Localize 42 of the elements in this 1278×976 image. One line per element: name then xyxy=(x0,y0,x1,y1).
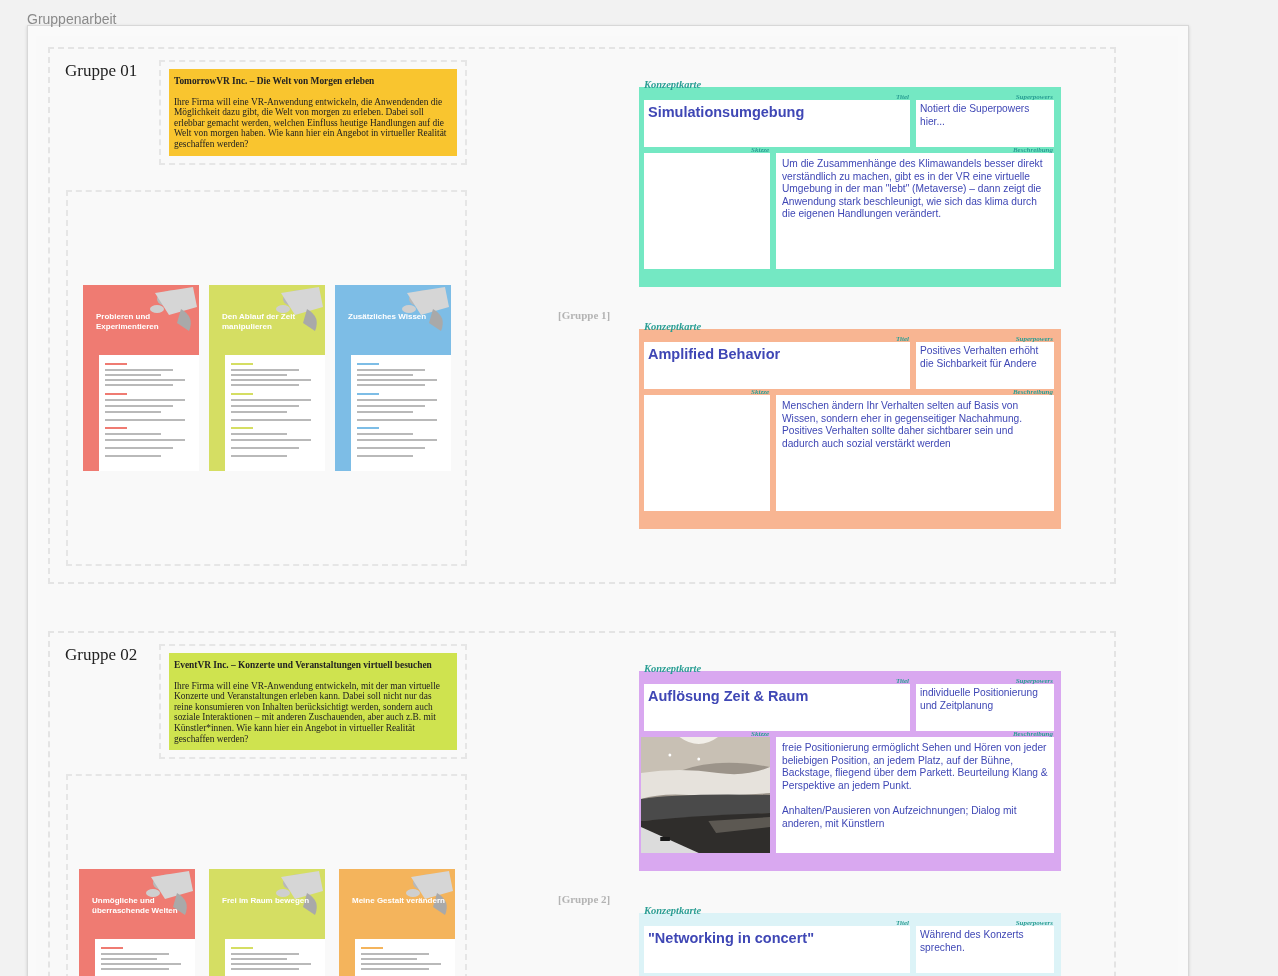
method-card-title: Probieren und Experimentieren xyxy=(96,312,160,331)
concept-card-heading: Konzeptkarte xyxy=(644,905,702,917)
concept-title: Amplified Behavior xyxy=(648,345,782,363)
board-title: Gruppenarbeit xyxy=(27,11,118,29)
description-field[interactable] xyxy=(776,737,1054,853)
title-field[interactable]: Simulationsumgebung xyxy=(644,100,910,147)
superpowers-field[interactable]: Während des Konzerts sprechen. xyxy=(916,926,1054,973)
method-card-title: Frei im Raum bewegen xyxy=(222,896,311,906)
task-text: Ihre Firma will eine VR-Anwendung entwickeln, mit der man virtuelle Konzerte und Veranstaltungen erleben kann. Dabei soll nicht nur das reine konsumieren von Inhalten berücksichtigt werden, sondern auch soziale Interaktionen – mit anderen Zuschauenden, aber auch z.B. mit Künstler*innen. Wie kann hier ein Angebot in virtueller Realität geschaffen werden? xyxy=(174,680,441,745)
concept-card-heading: Konzeptkarte xyxy=(644,663,702,675)
group-label: Gruppe 02 xyxy=(65,645,138,665)
superpowers-text: Notiert die Superpowers hier... xyxy=(920,103,1031,129)
method-card-title: Meine Gestalt verändern xyxy=(352,896,446,906)
group-tag: [Gruppe 2] xyxy=(558,893,611,905)
task-title: TomorrowVR Inc. – Die Welt von Morgen erleben xyxy=(174,76,376,87)
group-tag: [Gruppe 1] xyxy=(558,309,611,321)
method-card-title: Den Ablauf der Zeit manipulieren xyxy=(222,312,297,331)
title-field[interactable]: Auflösung Zeit & Raum xyxy=(644,684,910,731)
sketch-field[interactable] xyxy=(644,395,770,511)
concept-title: "Networking in concert" xyxy=(648,929,816,947)
sketch-field[interactable] xyxy=(644,153,770,269)
superpowers-text: Positives Verhalten erhöht die Sichbarkeit für Andere xyxy=(920,345,1040,371)
title-field[interactable]: Amplified Behavior xyxy=(644,342,910,389)
concept-title: Simulationsumgebung xyxy=(648,103,806,121)
superpowers-text: individuelle Positionierung und Zeitplanung xyxy=(920,687,1039,713)
description-text: Um die Zusammenhänge des Klimawandels besser direkt verständlich zu machen, gibt es in der VR eine virtuelle Umgebung in der man "lebt" (Metaverse) – dann zeigt die Anwendung stark beschleunigt, wie sich das klima durch die eigenen Handlungen verändert. xyxy=(782,158,1044,221)
method-card-title: Zusätzliches Wissen xyxy=(348,312,428,322)
description-field[interactable] xyxy=(776,153,1054,269)
concept-card-heading: Konzeptkarte xyxy=(644,321,702,333)
group-label: Gruppe 01 xyxy=(65,61,138,81)
superpowers-field[interactable]: Positives Verhalten erhöht die Sichbarkeit für Andere xyxy=(916,342,1054,389)
concept-title: Auflösung Zeit & Raum xyxy=(648,687,810,705)
superpowers-text: Während des Konzerts sprechen. xyxy=(920,929,1025,955)
task-text: Ihre Firma will eine VR-Anwendung entwickeln, die Anwendenden die Möglichkeit dazu gibt, die Welt von morgen zu erleben. Dabei soll erlebbar gemacht werden, welchen Einfluss heutige Handlungen auf die Welt von morgen haben. Wie kann hier ein Angebot in virtueller Realität geschaffen werden? xyxy=(174,96,448,150)
description-text: freie Positionierung ermöglicht Sehen und Hören von jeder beliebigen Position, an jedem Platz, auf der Bühne, Backstage, fliegend über dem Parkett. Beurteilung Klang & Perspektive an jedem Punkt. Anhalten/Pausieren von Aufzeichnungen; Dialog mit anderen, mit Künstlern xyxy=(782,742,1048,831)
superpowers-field[interactable]: Notiert die Superpowers hier... xyxy=(916,100,1054,147)
method-card-title: Unmögliche und überraschende Welten xyxy=(92,896,179,915)
description-text: Menschen ändern Ihr Verhalten selten auf Basis von Wissen, sondern eher in gegenseitiger Nachahmung. Positives Verhalten sollte daher sichtbarer sein und dadurch auch sozial verstärkt werden xyxy=(782,400,1024,451)
description-field[interactable]: Menschen ändern Ihr Verhalten selten auf Basis von Wissen, sondern eher in gegenseitiger Nachahmung. Positives Verhalten sollte daher sichtbarer sein und dadurch auch sozial verstärkt werden xyxy=(776,395,1054,511)
title-field[interactable]: "Networking in concert" xyxy=(644,926,910,973)
superpowers-field[interactable]: individuelle Positionierung und Zeitplanung xyxy=(916,684,1054,731)
task-title: EventVR Inc. – Konzerte und Veranstaltungen virtuell besuchen xyxy=(174,660,433,671)
